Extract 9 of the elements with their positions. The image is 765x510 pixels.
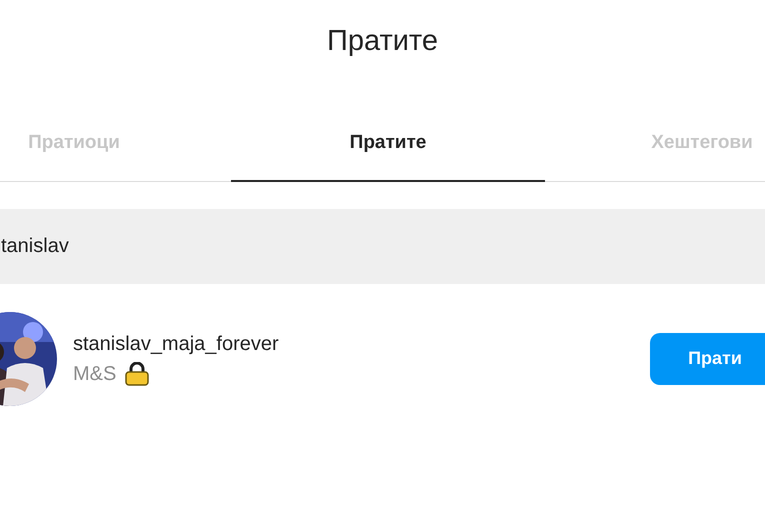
tab[interactable]: Хештегови: [545, 100, 765, 182]
tab[interactable]: Пратиоци: [0, 100, 231, 182]
search-field[interactable]: tanislav: [0, 208, 765, 284]
tab[interactable]: Пратите: [231, 100, 545, 182]
follow-button[interactable]: Прати: [650, 332, 765, 384]
lock-icon: [124, 362, 150, 386]
page-title: Пратите: [326, 24, 440, 59]
full-name: M&S: [73, 362, 116, 386]
username: stanislav_maja_forever: [73, 332, 279, 356]
